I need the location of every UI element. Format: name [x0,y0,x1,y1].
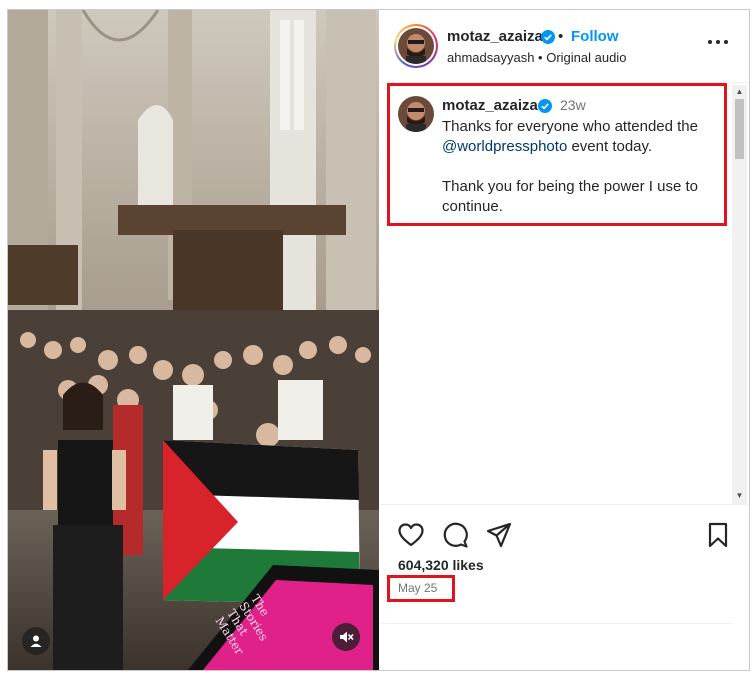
tagged-users-button[interactable] [22,627,50,655]
post-actions: 604,320 likes May 25 [380,504,749,671]
header-username[interactable]: motaz_azaiza [447,28,543,45]
comment-icon[interactable] [441,521,469,549]
caption-area: motaz_azaiza 23w Thanks for everyone who… [380,83,749,503]
separator-dot: • [558,28,564,45]
caption-timestamp[interactable]: 23w [560,97,586,113]
caption-line-2: Thank you for being the power I use to c… [442,178,698,215]
person-icon [30,635,42,647]
scroll-up-arrow-icon[interactable]: ▲ [735,87,744,97]
story-ring[interactable] [394,24,438,68]
caption-username[interactable]: motaz_azaiza [442,97,538,114]
scroll-down-arrow-icon[interactable]: ▼ [735,491,744,501]
ellipsis-icon[interactable] [707,38,729,46]
verified-badge-icon [538,99,552,113]
caption-line-1: Thanks for everyone who attended the @wo… [442,117,712,157]
mention-link[interactable]: @worldpressphoto [442,138,567,155]
divider [380,623,732,624]
likes-count[interactable]: 604,320 likes [398,557,484,573]
paper-plane-icon[interactable] [485,521,513,549]
scrollbar-thumb[interactable] [735,99,744,159]
header-subtitle: ahmadsayyash • Original audio [447,50,627,65]
follow-button[interactable]: Follow [571,28,619,45]
caption-avatar[interactable] [398,96,434,132]
mute-button[interactable] [332,623,360,651]
caption-line-1-prefix: Thanks for everyone who attended the [442,118,698,135]
avatar-image [398,96,434,132]
speaker-muted-icon [340,631,354,643]
verified-badge-icon [541,30,555,44]
post-video[interactable]: The Stories That Matter [8,10,379,670]
avatar[interactable] [398,28,434,64]
heart-icon[interactable] [397,521,425,549]
bookmark-icon[interactable] [704,521,732,549]
caption-scrollbar[interactable]: ▲ ▼ [732,85,747,505]
caption-line-1-suffix: event today. [567,138,653,155]
post-details-panel: motaz_azaiza • Follow ahmadsayyash • Ori… [380,10,749,670]
caption-text: Thanks for everyone who attended the @wo… [442,117,712,217]
post-header: motaz_azaiza • Follow ahmadsayyash • Ori… [380,10,749,83]
avatar-image [398,28,434,64]
video-frame [8,10,379,670]
post-date[interactable]: May 25 [398,581,437,595]
